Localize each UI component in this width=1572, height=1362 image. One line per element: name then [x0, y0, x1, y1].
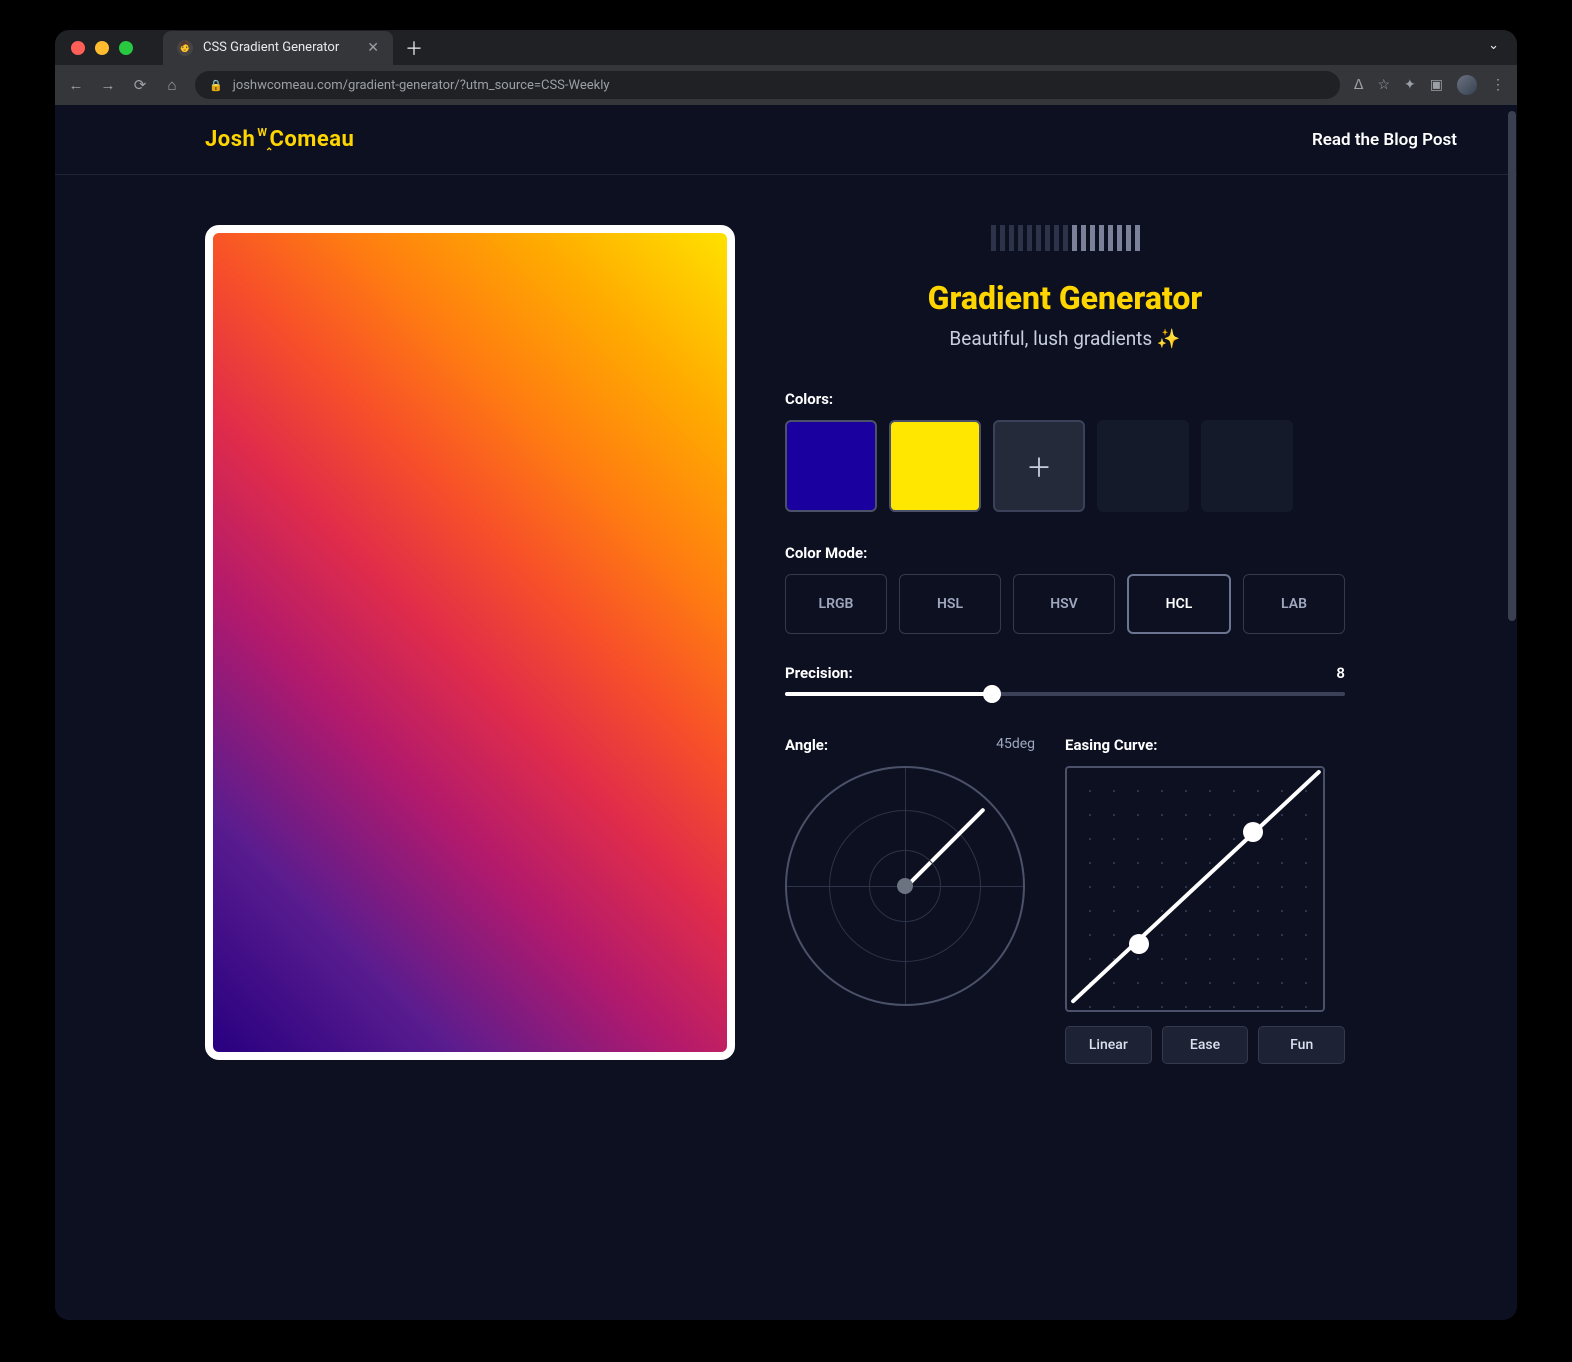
- new-tab-button[interactable]: ＋: [405, 35, 423, 61]
- mode-hsl[interactable]: HSL: [899, 574, 1001, 634]
- page-content: JoshWComeau ⌃ Read the Blog Post Gradien…: [55, 105, 1517, 1320]
- browser-tab[interactable]: 🧑 CSS Gradient Generator ✕: [163, 31, 393, 65]
- home-icon[interactable]: ⌂: [163, 76, 181, 94]
- controls-panel: Gradient Generator Beautiful, lush gradi…: [785, 225, 1345, 1064]
- precision-label: Precision:: [785, 664, 853, 682]
- menu-icon[interactable]: ⋮: [1491, 77, 1505, 93]
- dial-indicator: [904, 807, 986, 889]
- titlebar: 🧑 CSS Gradient Generator ✕ ＋: [55, 30, 1517, 65]
- dial-axis-v: [905, 768, 906, 1004]
- dial-center: [897, 878, 913, 894]
- reload-icon[interactable]: ⟳: [131, 76, 149, 94]
- precision-slider[interactable]: [785, 692, 1345, 696]
- back-icon[interactable]: ←: [67, 76, 85, 94]
- preset-linear[interactable]: Linear: [1065, 1026, 1152, 1064]
- maximize-window-button[interactable]: [119, 41, 133, 55]
- logo-last: Comeau: [269, 127, 354, 152]
- site-logo[interactable]: JoshWComeau ⌃: [205, 127, 354, 152]
- scrollbar-thumb[interactable]: [1508, 111, 1516, 621]
- logo-first: Josh: [205, 127, 255, 152]
- caret-icon: ⌃: [265, 147, 274, 158]
- page-title: Gradient Generator: [785, 279, 1345, 317]
- profile-avatar[interactable]: [1457, 75, 1477, 95]
- angle-dial[interactable]: [785, 766, 1025, 1006]
- site-header: JoshWComeau ⌃ Read the Blog Post: [55, 105, 1517, 175]
- dial-axis-h: [787, 886, 1023, 887]
- panel-icon[interactable]: ▣: [1430, 77, 1443, 93]
- angle-label: Angle:: [785, 736, 828, 754]
- scrollbar[interactable]: [1507, 105, 1517, 1320]
- blog-post-link[interactable]: Read the Blog Post: [1312, 130, 1457, 150]
- traffic-lights: [71, 41, 133, 55]
- minimize-window-button[interactable]: [95, 41, 109, 55]
- angle-value: 45deg: [996, 736, 1035, 754]
- mode-lrgb[interactable]: LRGB: [785, 574, 887, 634]
- close-window-button[interactable]: [71, 41, 85, 55]
- color-swatch-2[interactable]: [889, 420, 981, 512]
- preset-fun[interactable]: Fun: [1258, 1026, 1345, 1064]
- empty-swatch: [1097, 420, 1189, 512]
- close-tab-icon[interactable]: ✕: [367, 40, 379, 56]
- add-color-button[interactable]: ＋: [993, 420, 1085, 512]
- preset-ease[interactable]: Ease: [1162, 1026, 1249, 1064]
- decorative-bars-icon: [785, 225, 1345, 251]
- chevron-down-icon[interactable]: ⌄: [1488, 38, 1499, 53]
- easing-presets: Linear Ease Fun: [1065, 1026, 1345, 1064]
- colors-label: Colors:: [785, 390, 1345, 408]
- url-text: joshwcomeau.com/gradient-generator/?utm_…: [233, 78, 610, 93]
- color-mode-options: LRGB HSL HSV HCL LAB: [785, 574, 1345, 634]
- slider-thumb[interactable]: [983, 685, 1001, 703]
- browser-toolbar: ← → ⟳ ⌂ 🔒 joshwcomeau.com/gradient-gener…: [55, 65, 1517, 105]
- color-mode-label: Color Mode:: [785, 544, 1345, 562]
- easing-curve-editor[interactable]: [1065, 766, 1325, 1012]
- extensions-icon[interactable]: ✦: [1404, 77, 1416, 93]
- empty-swatch: [1201, 420, 1293, 512]
- tab-favicon: 🧑: [177, 40, 193, 56]
- browser-window: ⌄ 🧑 CSS Gradient Generator ✕ ＋ ← → ⟳ ⌂ 🔒…: [55, 30, 1517, 1320]
- easing-label: Easing Curve:: [1065, 736, 1345, 754]
- color-swatches: ＋: [785, 420, 1345, 512]
- mode-lab[interactable]: LAB: [1243, 574, 1345, 634]
- mode-hsv[interactable]: HSV: [1013, 574, 1115, 634]
- tab-title: CSS Gradient Generator: [203, 40, 339, 55]
- curve-handle-2[interactable]: [1243, 822, 1263, 842]
- color-swatch-1[interactable]: [785, 420, 877, 512]
- page-subtitle: Beautiful, lush gradients ✨: [785, 327, 1345, 350]
- lock-icon: 🔒: [209, 79, 223, 92]
- curve-line: [1070, 769, 1321, 1004]
- url-bar[interactable]: 🔒 joshwcomeau.com/gradient-generator/?ut…: [195, 71, 1340, 99]
- precision-value: 8: [1336, 664, 1345, 682]
- slider-fill: [785, 692, 992, 696]
- bookmark-icon[interactable]: ☆: [1377, 77, 1390, 93]
- forward-icon[interactable]: →: [99, 76, 117, 94]
- mode-hcl[interactable]: HCL: [1127, 574, 1231, 634]
- gradient-preview: [205, 225, 735, 1060]
- curve-handle-1[interactable]: [1129, 934, 1149, 954]
- logo-w: W: [257, 126, 267, 139]
- share-icon[interactable]: ᐃ: [1354, 77, 1364, 93]
